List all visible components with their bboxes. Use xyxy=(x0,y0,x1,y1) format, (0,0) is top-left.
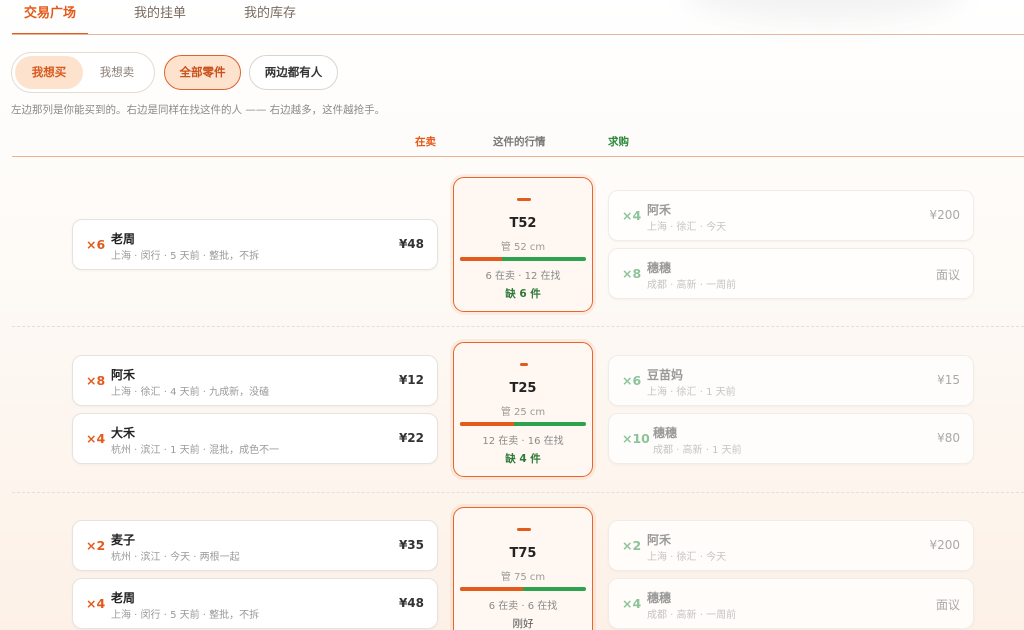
seller-name: 老周 xyxy=(111,232,136,246)
seller-price: ¥48 xyxy=(398,237,424,251)
buyer-qty: ×2 xyxy=(622,538,642,553)
buyer-name: 穗穗 xyxy=(653,426,678,440)
buyer-name: 穗穗 xyxy=(647,261,672,275)
seller-meta: 杭州 · 滨江 · 1 天前 · 混批，成色不一 xyxy=(111,445,280,456)
supply-demand-counts: 12 在卖 · 16 在找 xyxy=(482,436,564,447)
buyer-meta: 上海 · 徐汇 · 今天 xyxy=(647,552,727,563)
buyer-qty: ×8 xyxy=(622,266,642,281)
seller-price: ¥48 xyxy=(398,596,424,610)
market-status: 刚好 xyxy=(512,618,534,630)
buyer-price: ¥200 xyxy=(929,538,960,552)
seller-price: ¥22 xyxy=(398,431,424,445)
supply-fill xyxy=(460,257,502,261)
market-marker xyxy=(517,198,531,201)
part-size: 管 75 cm xyxy=(500,572,546,583)
buyer-price: 面议 xyxy=(935,598,960,612)
seller-card[interactable]: ×4 老周 上海 · 闵行 · 5 天前 · 整批，不拆 ¥48 xyxy=(72,578,438,629)
buyer-qty: ×6 xyxy=(622,373,642,388)
seller-qty: ×2 xyxy=(86,538,106,553)
seller-name: 老周 xyxy=(111,591,136,605)
seller-card[interactable]: ×6 老周 上海 · 闵行 · 5 天前 · 整批，不拆 ¥48 xyxy=(72,219,438,270)
buyer-meta: 成都 · 高新 · 一周前 xyxy=(647,610,737,621)
part-code: T25 xyxy=(509,381,537,396)
seller-meta: 上海 · 闵行 · 5 天前 · 整批，不拆 xyxy=(111,610,260,621)
market-marker xyxy=(520,363,528,366)
seller-qty: ×4 xyxy=(86,596,106,611)
buyer-card[interactable]: ×8 穗穗 成都 · 高新 · 一周前 面议 xyxy=(608,248,974,299)
buyer-qty: ×10 xyxy=(622,431,650,446)
seller-card[interactable]: ×8 阿禾 上海 · 徐汇 · 4 天前 · 九成新，没磕 ¥12 xyxy=(72,355,438,406)
seller-qty: ×6 xyxy=(86,237,106,252)
tab-my-inventory[interactable]: 我的库存 xyxy=(232,0,308,35)
mode-toggle: 我想买 我想卖 xyxy=(11,52,155,93)
part-code: T75 xyxy=(509,546,537,561)
tabs-divider xyxy=(12,34,1024,35)
buyer-card[interactable]: ×4 阿禾 上海 · 徐汇 · 今天 ¥200 xyxy=(608,190,974,241)
tab-market[interactable]: 交易广场 xyxy=(12,0,89,35)
tab-my-listings[interactable]: 我的挂单 xyxy=(122,0,198,35)
buyer-name: 阿禾 xyxy=(647,533,672,547)
supply-demand-bar xyxy=(460,422,586,426)
seller-meta: 上海 · 闵行 · 5 天前 · 整批，不拆 xyxy=(111,251,260,262)
buyer-name: 豆苗妈 xyxy=(647,368,684,382)
market-status: 缺 6 件 xyxy=(505,288,541,300)
buyer-meta: 成都 · 高新 · 1 天前 xyxy=(653,445,742,456)
column-header-sell: 在卖 xyxy=(415,136,436,148)
buyer-price: ¥15 xyxy=(937,373,960,387)
row-separator xyxy=(12,326,1024,327)
seller-price: ¥35 xyxy=(398,538,424,552)
column-header-buy: 求购 xyxy=(608,136,629,148)
column-header-market: 这件的行情 xyxy=(493,136,546,148)
buyer-card[interactable]: ×10 穗穗 成都 · 高新 · 1 天前 ¥80 xyxy=(608,413,974,464)
seller-qty: ×8 xyxy=(86,373,106,388)
buyer-meta: 上海 · 徐汇 · 1 天前 xyxy=(647,387,736,398)
market-marker xyxy=(517,528,531,531)
mode-sell-option[interactable]: 我想卖 xyxy=(83,56,151,89)
part-size: 管 25 cm xyxy=(500,407,546,418)
buyer-name: 阿禾 xyxy=(647,203,672,217)
supply-demand-bar xyxy=(460,587,586,591)
buyer-card[interactable]: ×6 豆苗妈 上海 · 徐汇 · 1 天前 ¥15 xyxy=(608,355,974,406)
seller-price: ¥12 xyxy=(398,373,424,387)
buyer-price: ¥200 xyxy=(929,208,960,222)
main-tabs: 交易广场 我的挂单 我的库存 xyxy=(12,0,308,35)
buyer-price: ¥80 xyxy=(937,431,960,445)
seller-name: 麦子 xyxy=(111,533,136,547)
buyer-meta: 上海 · 徐汇 · 今天 xyxy=(647,222,727,233)
header-divider xyxy=(12,156,1024,157)
seller-card[interactable]: ×2 麦子 杭州 · 滨江 · 今天 · 两根一起 ¥35 xyxy=(72,520,438,571)
buyer-meta: 成都 · 高新 · 一周前 xyxy=(647,280,737,291)
market-status: 缺 4 件 xyxy=(505,453,541,465)
buyer-price: 面议 xyxy=(935,268,960,282)
filter-all-parts[interactable]: 全部零件 xyxy=(164,55,241,90)
buyer-qty: ×4 xyxy=(622,596,642,611)
buyer-qty: ×4 xyxy=(622,208,642,223)
market-card-t52[interactable]: T52 管 52 cm 6 在卖 · 12 在找 缺 6 件 xyxy=(453,177,593,312)
seller-meta: 上海 · 徐汇 · 4 天前 · 九成新，没磕 xyxy=(111,387,270,398)
supply-demand-counts: 6 在卖 · 6 在找 xyxy=(488,601,558,612)
mode-buy-option[interactable]: 我想买 xyxy=(15,56,83,89)
part-code: T52 xyxy=(509,216,537,231)
seller-qty: ×4 xyxy=(86,431,106,446)
part-size: 管 52 cm xyxy=(500,242,546,253)
hint-text: 左边那列是你能买到的。右边是同样在找这件的人 —— 右边越多，这件越抢手。 xyxy=(11,104,386,116)
decorative-glow xyxy=(684,0,964,20)
seller-card[interactable]: ×4 大禾 杭州 · 滨江 · 1 天前 · 混批，成色不一 ¥22 xyxy=(72,413,438,464)
supply-fill xyxy=(460,587,523,591)
buyer-name: 穗穗 xyxy=(647,591,672,605)
supply-fill xyxy=(460,422,514,426)
filter-both-sides[interactable]: 两边都有人 xyxy=(249,55,338,90)
market-card-t75[interactable]: T75 管 75 cm 6 在卖 · 6 在找 刚好 xyxy=(453,507,593,630)
market-card-t25[interactable]: T25 管 25 cm 12 在卖 · 16 在找 缺 4 件 xyxy=(453,342,593,477)
buyer-card[interactable]: ×4 穗穗 成都 · 高新 · 一周前 面议 xyxy=(608,578,974,629)
seller-name: 阿禾 xyxy=(111,368,136,382)
seller-name: 大禾 xyxy=(111,426,136,440)
seller-meta: 杭州 · 滨江 · 今天 · 两根一起 xyxy=(111,552,240,563)
supply-demand-bar xyxy=(460,257,586,261)
row-separator xyxy=(12,492,1024,493)
buyer-card[interactable]: ×2 阿禾 上海 · 徐汇 · 今天 ¥200 xyxy=(608,520,974,571)
supply-demand-counts: 6 在卖 · 12 在找 xyxy=(485,271,561,282)
